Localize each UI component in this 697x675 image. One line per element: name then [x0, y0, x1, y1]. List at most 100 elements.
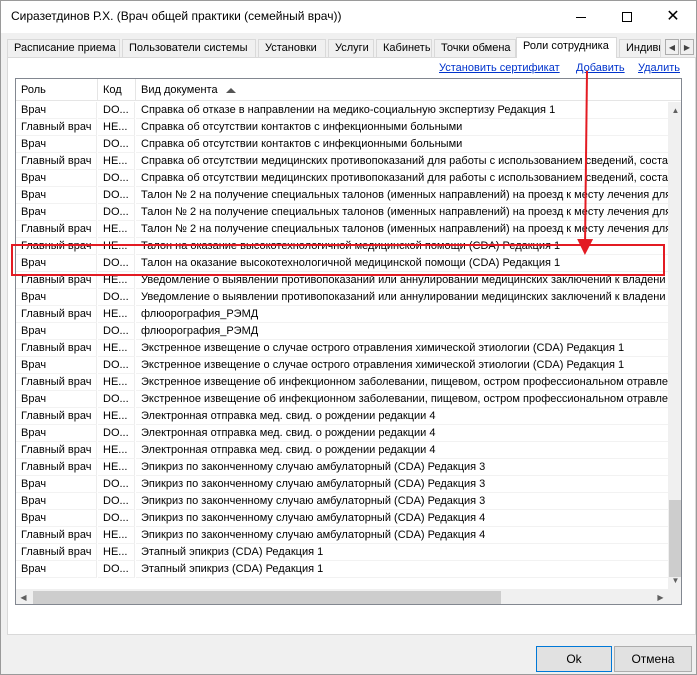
table-row[interactable]: Главный врач HE... Этапный эпикриз (CDA) Р… — [16, 544, 681, 561]
table-row[interactable]: Главный врач HE... Талон № 2 на получение … — [16, 221, 681, 238]
table-row[interactable]: Главный врач HE... Талон на оказание высок… — [16, 238, 681, 255]
scroll-corner — [668, 589, 681, 604]
cell-code: DO... — [98, 102, 135, 119]
cell-doc-type: Этапный эпикриз (CDA) Редакция 1 — [136, 544, 681, 561]
cell-role: Главный врач — [16, 408, 97, 425]
tab-exchange-points[interactable]: Точки обмена — [434, 39, 516, 57]
cell-role: Врач — [16, 425, 97, 442]
install-certificate-link[interactable]: Установить сертификат — [439, 62, 560, 74]
scroll-down-icon[interactable]: ▼ — [668, 572, 681, 589]
cell-doc-type: Электронная отправка мед. свид. о рожден… — [136, 408, 681, 425]
cell-role: Главный врач — [16, 221, 97, 238]
table-row[interactable]: Главный врач HE... флюорография_РЭМД — [16, 306, 681, 323]
cell-doc-type: Талон № 2 на получение специальных талон… — [136, 187, 681, 204]
cell-doc-type: Эпикриз по законченному случаю амбулатор… — [136, 459, 681, 476]
column-header-code[interactable]: Код — [98, 79, 136, 101]
cancel-button[interactable]: Отмена — [614, 646, 692, 672]
tab-rooms[interactable]: Кабинеты — [376, 39, 432, 57]
grid-header: Роль Код Вид документа — [16, 79, 681, 101]
dialog-window: Сиразетдинов Р.Х. (Врач общей практики (… — [0, 0, 697, 675]
table-row[interactable]: Врач DO... Справка об отсутствии медицинск… — [16, 170, 681, 187]
table-row[interactable]: Врач DO... Талон на оказание высокотехноло… — [16, 255, 681, 272]
column-header-role[interactable]: Роль — [16, 79, 98, 101]
cell-code: HE... — [98, 119, 135, 136]
sort-ascending-icon — [225, 87, 236, 93]
cell-code: HE... — [98, 408, 135, 425]
cell-doc-type: флюорография_РЭМД — [136, 306, 681, 323]
cell-role: Главный врач — [16, 442, 97, 459]
chevron-left-icon: ◀ — [668, 42, 676, 52]
table-row[interactable]: Врач DO... Электронная отправка мед. свид.… — [16, 425, 681, 442]
table-row[interactable]: Врач DO... Уведомление о выявлении противо… — [16, 289, 681, 306]
cell-role: Врач — [16, 561, 97, 578]
table-row[interactable]: Врач DO... Экстренное извещение об инфекци… — [16, 391, 681, 408]
add-link[interactable]: Добавить — [576, 62, 625, 74]
documents-grid: Роль Код Вид документа Врач DO... Справка … — [15, 78, 682, 605]
horizontal-scrollbar[interactable]: ◀ ▶ — [16, 589, 668, 604]
close-button[interactable]: ✕ — [650, 1, 696, 33]
horizontal-scroll-thumb[interactable] — [33, 591, 501, 604]
cell-code: DO... — [98, 204, 135, 221]
scroll-left-icon[interactable]: ◀ — [16, 589, 31, 604]
cell-doc-type: Эпикриз по законченному случаю амбулатор… — [136, 476, 681, 493]
column-header-doc-type[interactable]: Вид документа — [136, 79, 668, 101]
table-row[interactable]: Врач DO... Талон № 2 на получение специаль… — [16, 187, 681, 204]
vertical-scrollbar[interactable]: ▲ ▼ — [668, 102, 681, 589]
cell-code: DO... — [98, 289, 135, 306]
table-row[interactable]: Главный врач HE... Электронная отправка ме… — [16, 442, 681, 459]
cell-role: Врач — [16, 391, 97, 408]
cell-code: HE... — [98, 221, 135, 238]
table-row[interactable]: Врач DO... Справка об отказе в направлении… — [16, 102, 681, 119]
cell-doc-type: Экстренное извещение об инфекционном заб… — [136, 391, 681, 408]
minimize-button[interactable] — [558, 1, 604, 33]
table-row[interactable]: Врач DO... Эпикриз по законченному случаю … — [16, 493, 681, 510]
table-row[interactable]: Врач DO... Эпикриз по законченному случаю … — [16, 510, 681, 527]
tab-strip: Расписание приема Пользователи системы У… — [7, 37, 696, 58]
chevron-right-icon: ▶ — [683, 42, 691, 52]
scroll-right-icon[interactable]: ▶ — [653, 589, 668, 604]
cell-code: DO... — [98, 510, 135, 527]
tab-services[interactable]: Услуги — [328, 39, 374, 57]
table-row[interactable]: Главный врач HE... Уведомление о выявлении… — [16, 272, 681, 289]
table-row[interactable]: Главный врач HE... Экстренное извещение об… — [16, 374, 681, 391]
tab-schedule[interactable]: Расписание приема — [7, 39, 120, 57]
table-row[interactable]: Врач DO... флюорография_РЭМД — [16, 323, 681, 340]
table-row[interactable]: Врач DO... Эпикриз по законченному случаю … — [16, 476, 681, 493]
cell-doc-type: Экстренное извещение об инфекционном заб… — [136, 374, 681, 391]
cell-code: HE... — [98, 306, 135, 323]
grid-rows: Врач DO... Справка об отказе в направлении… — [16, 102, 681, 578]
cell-doc-type: Этапный эпикриз (CDA) Редакция 1 — [136, 561, 681, 578]
cell-role: Врач — [16, 476, 97, 493]
table-row[interactable]: Главный врач HE... Эпикриз по законченному… — [16, 459, 681, 476]
cell-code: HE... — [98, 238, 135, 255]
tab-individual[interactable]: Индивид — [619, 39, 661, 57]
cell-role: Врач — [16, 357, 97, 374]
table-row[interactable]: Главный врач HE... Экстренное извещение о … — [16, 340, 681, 357]
maximize-button[interactable] — [604, 1, 650, 33]
cell-role: Главный врач — [16, 119, 97, 136]
table-row[interactable]: Врач DO... Этапный эпикриз (CDA) Редакция … — [16, 561, 681, 578]
table-row[interactable]: Главный врач HE... Эпикриз по законченному… — [16, 527, 681, 544]
tab-settings[interactable]: Установки — [258, 39, 326, 57]
cell-doc-type: Талон № 2 на получение специальных талон… — [136, 204, 681, 221]
cell-code: HE... — [98, 153, 135, 170]
table-row[interactable]: Главный врач HE... Электронная отправка ме… — [16, 408, 681, 425]
tab-system-users[interactable]: Пользователи системы — [122, 39, 256, 57]
cell-doc-type: Экстренное извещение о случае острого от… — [136, 340, 681, 357]
cell-role: Врач — [16, 510, 97, 527]
window-title: Сиразетдинов Р.Х. (Врач общей практики (… — [11, 9, 342, 23]
maximize-icon — [622, 12, 632, 22]
scroll-up-icon[interactable]: ▲ — [668, 102, 681, 119]
cell-code: DO... — [98, 476, 135, 493]
vertical-scroll-thumb[interactable] — [669, 500, 681, 577]
table-row[interactable]: Главный врач HE... Справка об отсутствии к… — [16, 119, 681, 136]
tab-employee-roles[interactable]: Роли сотрудника — [516, 37, 617, 58]
table-row[interactable]: Врач DO... Талон № 2 на получение специаль… — [16, 204, 681, 221]
table-row[interactable]: Главный врач HE... Справка об отсутствии м… — [16, 153, 681, 170]
tab-scroll-right-button[interactable]: ▶ — [680, 39, 694, 55]
table-row[interactable]: Врач DO... Справка об отсутствии контактов… — [16, 136, 681, 153]
tab-scroll-left-button[interactable]: ◀ — [665, 39, 679, 55]
ok-button[interactable]: Ok — [536, 646, 612, 672]
table-row[interactable]: Врач DO... Экстренное извещение о случае о… — [16, 357, 681, 374]
delete-link[interactable]: Удалить — [638, 62, 680, 74]
